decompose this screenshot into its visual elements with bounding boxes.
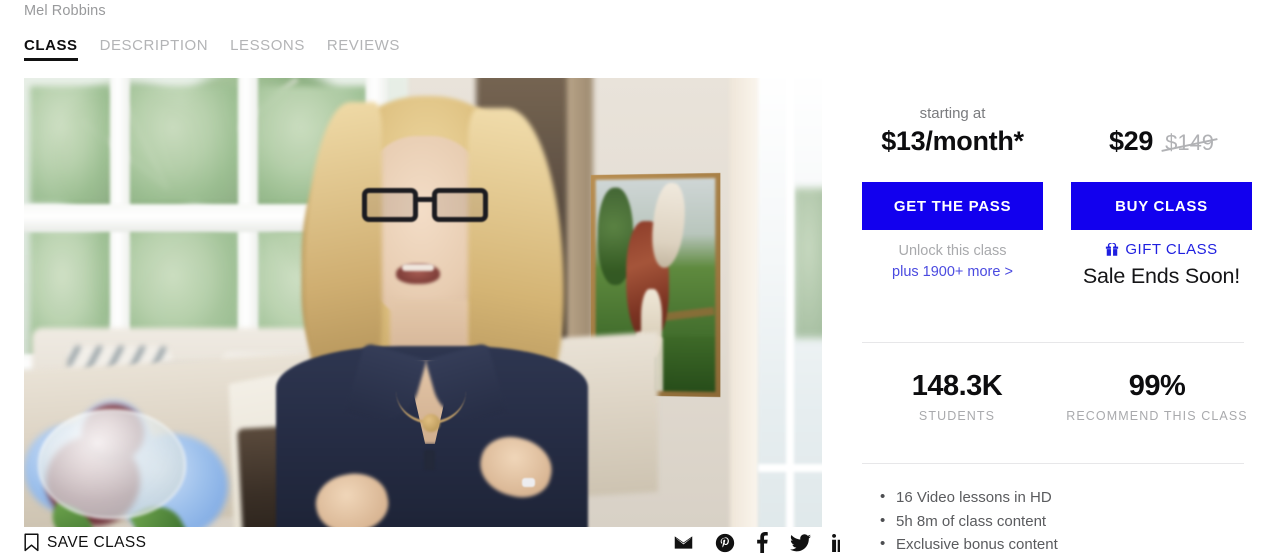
students-stat: 148.3K STUDENTS [862,370,1052,423]
painting-fence [660,307,715,323]
pass-column: starting at $13/month* GET THE PASS Unlo… [862,105,1043,289]
recommend-stat: 99% RECOMMEND THIS CLASS [1062,370,1252,423]
save-class-button[interactable]: SAVE CLASS [24,533,146,552]
tab-class[interactable]: CLASS [24,37,78,61]
class-tabs: CLASS DESCRIPTION LESSONS REVIEWS [24,37,400,61]
instructor-name: Mel Robbins [24,3,106,19]
list-item: Exclusive bonus content [880,532,1246,557]
necklace-pendant [422,414,440,432]
glass-vase [38,409,186,519]
pinterest-icon[interactable] [715,533,735,553]
class-price: $29 [1108,126,1154,156]
window-pane [128,86,240,204]
class-main-column: Mel Robbins CLASS DESCRIPTION LESSONS RE… [0,0,850,558]
facebook-icon[interactable] [756,532,769,553]
divider-bottom [862,463,1244,464]
pass-price: $13/month* [881,126,1024,156]
starting-at-label: starting at [919,105,986,122]
buy-class-button[interactable]: BUY CLASS [1071,182,1252,230]
bookmark-icon [24,533,39,552]
tab-lessons[interactable]: LESSONS [230,37,305,61]
painting-cow-head [648,181,689,270]
email-icon[interactable] [673,532,694,553]
class-price-row: $29 $149 [1071,126,1252,157]
social-share-bar [673,532,852,553]
class-detail-page: Mel Robbins CLASS DESCRIPTION LESSONS RE… [0,0,1273,558]
ring [522,478,535,487]
recommend-label: RECOMMEND THIS CLASS [1066,409,1248,423]
window-pane [30,86,110,204]
class-features-list: 16 Video lessons in HD 5h 8m of class co… [876,485,1246,558]
save-class-label: SAVE CLASS [47,533,147,551]
gift-class-label: GIFT CLASS [1125,241,1218,258]
class-video-player[interactable] [24,78,822,527]
door-frame [730,78,760,527]
get-the-pass-button[interactable]: GET THE PASS [862,182,1043,230]
gift-class-link[interactable]: GIFT CLASS [1071,241,1252,258]
window-mullion [758,464,822,472]
video-still-image [24,78,822,527]
lapel-microphone [424,450,435,470]
teeth [402,264,434,271]
students-count: 148.3K [911,370,1003,402]
list-item: 16 Video lessons in HD [880,485,1246,510]
class-stats: 148.3K STUDENTS 99% RECOMMEND THIS CLASS [862,370,1252,423]
pass-note: Unlock this class plus 1900+ more > [862,241,1043,283]
class-column: $29 $149 BUY CLASS GIFT CLASS Sale Ends … [1071,105,1252,289]
class-original-price: $149 [1165,130,1215,155]
tab-reviews[interactable]: REVIEWS [327,37,400,61]
students-label: STUDENTS [918,409,996,423]
list-item: 5h 8m of class content [880,509,1246,534]
divider-top [862,342,1244,343]
gift-icon [1105,242,1119,257]
pass-note-link[interactable]: plus 1900+ more > [862,262,1043,283]
window-mullion [786,78,794,527]
pricing-row: starting at $13/month* GET THE PASS Unlo… [862,105,1252,289]
twitter-icon[interactable] [790,533,811,552]
eyeglass-bridge [417,197,435,202]
eyeglasses [362,188,490,222]
purchase-sidebar: starting at $13/month* GET THE PASS Unlo… [840,0,1273,558]
recommend-percent: 99% [1128,370,1186,402]
eyeglass-lens [432,188,488,222]
tab-description[interactable]: DESCRIPTION [100,37,209,61]
eyeglass-lens [362,188,418,222]
sale-ends-text: Sale Ends Soon! [1082,264,1241,288]
pass-note-line1: Unlock this class [898,243,1007,259]
outdoor-greenery [794,188,822,338]
